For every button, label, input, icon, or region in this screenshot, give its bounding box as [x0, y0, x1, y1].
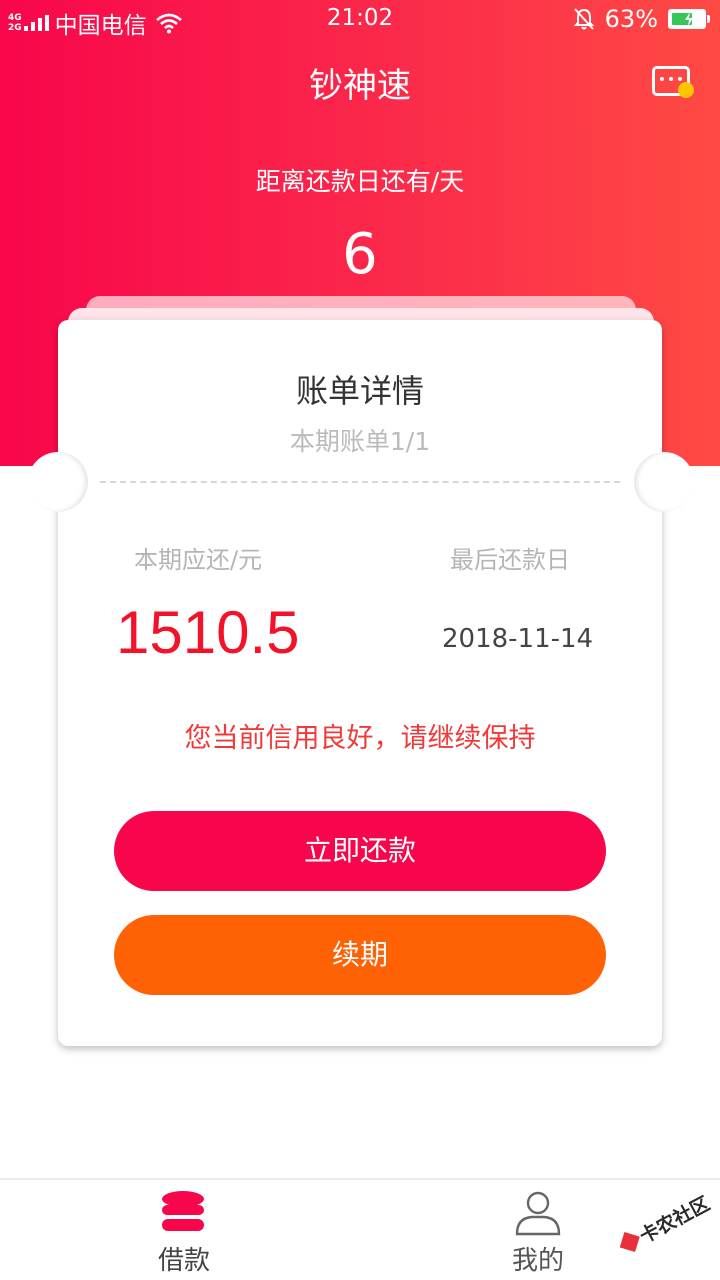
due-amount-label: 本期应还/元: [134, 546, 263, 574]
bell-muted-icon: [573, 8, 595, 30]
ticket-divider: [100, 481, 620, 483]
battery-icon: [668, 9, 710, 29]
status-bar: 4G 2G 中国电信 21:02 63%: [0, 0, 720, 40]
due-amount: 1510.5: [116, 599, 300, 666]
tab-me[interactable]: 我的: [438, 1180, 638, 1280]
person-icon: [515, 1191, 561, 1236]
watermark-logo: 卡农社区: [619, 1192, 714, 1253]
tab-loan-label: 借款: [157, 1246, 210, 1276]
ticket-notch-right: [634, 452, 694, 512]
bill-title: 账单详情: [295, 372, 424, 410]
bill-period: 本期账单1/1: [289, 427, 431, 456]
svg-text:卡农社区: 卡农社区: [636, 1192, 714, 1248]
unread-badge: [678, 82, 694, 98]
last-day-label: 最后还款日: [450, 546, 570, 574]
repay-now-button[interactable]: 立即还款: [114, 811, 606, 891]
ticket-notch-left: [28, 452, 88, 512]
battery-percent: 63%: [604, 5, 658, 33]
credit-message: 您当前信用良好，请继续保持: [184, 723, 536, 754]
countdown-label: 距离还款日还有/天: [255, 167, 465, 196]
page-title: 钞神速: [309, 66, 411, 106]
tab-bar: 借款 我的: [0, 1178, 720, 1280]
renew-button[interactable]: 续期: [114, 915, 606, 995]
message-button[interactable]: [650, 62, 698, 102]
coins-icon: [162, 1191, 204, 1231]
countdown-days: 6: [342, 222, 378, 287]
last-day-value: 2018-11-14: [442, 624, 594, 654]
tab-loan[interactable]: 借款: [84, 1180, 284, 1280]
tab-me-label: 我的: [511, 1246, 564, 1276]
